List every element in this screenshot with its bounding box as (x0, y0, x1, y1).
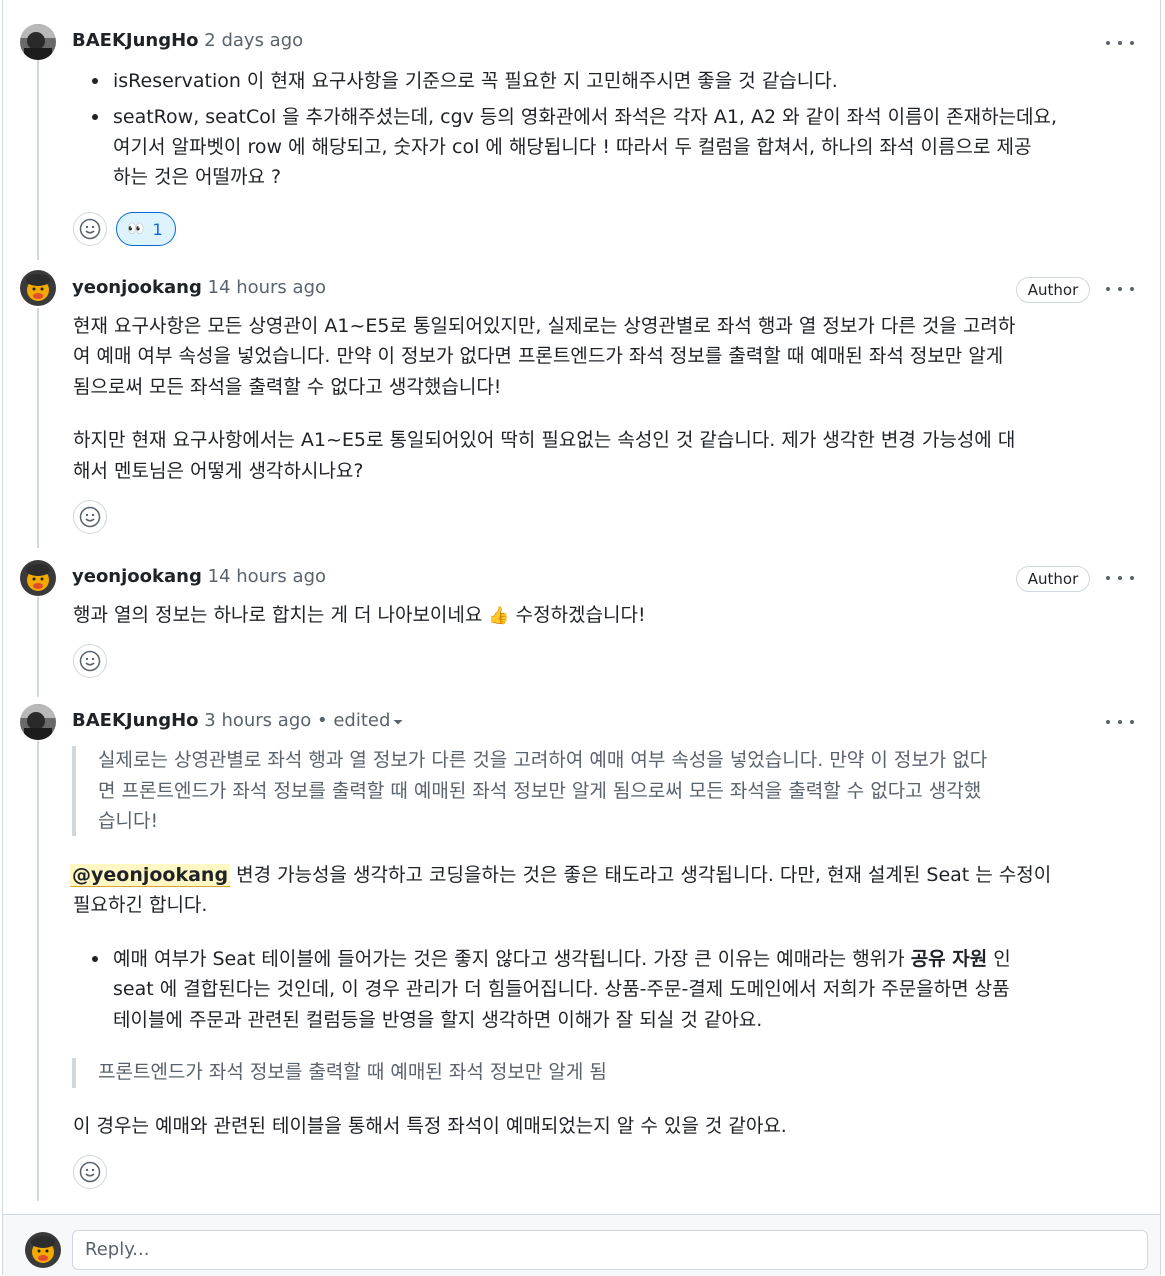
timestamp[interactable]: 2 days ago (204, 30, 303, 51)
comment-text: 필요하긴 합니다. (73, 894, 208, 916)
author-name[interactable]: yeonjookang (72, 566, 202, 587)
smiley-icon (79, 1161, 101, 1183)
user-mention[interactable]: @yeonjookang (70, 864, 231, 887)
comment-text: 해서 멘토님은 어떻게 생각하시나요? (73, 460, 364, 482)
list-item: isReservation 이 현재 요구사항을 기준으로 꼭 필요한 지 고민… (113, 70, 838, 92)
add-reaction-button[interactable] (73, 644, 107, 678)
edited-dropdown[interactable]: • edited (317, 710, 390, 731)
list-bullet (92, 78, 98, 84)
eyes-icon: 👀 (127, 221, 145, 237)
more-options-icon[interactable] (1106, 712, 1134, 732)
comment-text-part: 수정하겠습니다! (509, 604, 646, 626)
timeline-line (37, 741, 39, 1201)
timeline-line (37, 60, 39, 260)
more-options-icon[interactable] (1106, 279, 1134, 299)
avatar-yeonjookang[interactable] (20, 560, 56, 596)
comment-text: 행과 열의 정보는 하나로 합치는 게 더 나아보이네요 👍 수정하겠습니다! (73, 600, 646, 631)
comment-text-part: 변경 가능성을 생각하고 코딩을하는 것은 좋은 태도라고 생각됩니다. 다만,… (230, 864, 1052, 886)
list-item-continued: 테이블에 주문과 관련된 컬럼등을 반영을 할지 생각하면 이해가 잘 되실 것… (113, 1009, 763, 1031)
list-bullet (92, 956, 98, 962)
author-name[interactable]: BAEKJungHo (72, 30, 199, 51)
list-item-continued: seat 에 결합된다는 것인데, 이 경우 관리가 더 힘들어집니다. 상품-… (113, 978, 1010, 1000)
comment-text: 이 경우는 예매와 관련된 테이블을 통해서 특정 좌석이 예매되었는지 알 수… (73, 1115, 787, 1137)
comment-header: BAEKJungHo 3 hours ago • edited (72, 709, 390, 733)
list-item-part: 예매 여부가 Seat 테이블에 들어가는 것은 좋지 않다고 생각됩니다. 가… (113, 948, 911, 970)
list-item-continued: 여기서 알파벳이 row 에 해당되고, 숫자가 col 에 해당됩니다 ! 따… (113, 136, 1032, 158)
timestamp[interactable]: 14 hours ago (208, 277, 326, 298)
thumbs-up-icon: 👍 (488, 606, 510, 626)
comment-header: yeonjookang 14 hours ago (72, 565, 326, 589)
add-reaction-button[interactable] (73, 212, 107, 246)
blockquote-text: 프론트엔드가 좌석 정보를 출력할 때 예매된 좌석 정보만 알게 됨 (98, 1061, 607, 1083)
chevron-down-icon[interactable] (392, 716, 404, 728)
author-badge: Author (1016, 566, 1090, 592)
timestamp[interactable]: 3 hours ago (204, 710, 311, 731)
comment-text: 여 예매 여부 속성을 넣었습니다. 만약 이 정보가 없다면 프론트엔드가 좌… (73, 345, 1004, 367)
comment-text: 됨으로써 모든 좌석을 출력할 수 없다고 생각했습니다! (73, 376, 502, 398)
list-item-part: 인 (987, 948, 1011, 970)
timeline-line (37, 597, 39, 697)
blockquote-bar (72, 1058, 76, 1088)
author-name[interactable]: yeonjookang (72, 277, 202, 298)
comment-text: @yeonjookang 변경 가능성을 생각하고 코딩을하는 것은 좋은 태도… (70, 860, 1051, 890)
list-item-continued: 하는 것은 어떨까요 ? (113, 166, 282, 188)
comment-text: 하지만 현재 요구사항에서는 A1~E5로 통일되어있어 딱히 필요없는 속성인… (73, 429, 1016, 451)
add-reaction-button[interactable] (73, 1155, 107, 1189)
blockquote-text: 실제로는 상영관별로 좌석 행과 열 정보가 다른 것을 고려하여 예매 여부 … (98, 749, 988, 771)
blockquote-text: 면 프론트엔드가 좌석 정보를 출력할 때 예매된 좌석 정보만 알게 됨으로써… (98, 780, 982, 802)
comment-text: 현재 요구사항은 모든 상영관이 A1~E5로 통일되어있지만, 실제로는 상영… (73, 315, 1016, 337)
bold-text: 공유 자원 (910, 948, 988, 970)
current-user-avatar (25, 1232, 61, 1268)
avatar-baekjungho[interactable] (20, 704, 56, 740)
blockquote-text: 습니다! (98, 810, 159, 832)
comment-header: BAEKJungHo 2 days ago (72, 29, 303, 53)
author-name[interactable]: BAEKJungHo (72, 710, 199, 731)
timestamp[interactable]: 14 hours ago (208, 566, 326, 587)
more-options-icon[interactable] (1106, 568, 1134, 588)
list-item: seatRow, seatCol 을 추가해주셨는데, cgv 등의 영화관에서… (113, 106, 1058, 128)
reaction-eyes-button[interactable]: 👀 1 (116, 212, 176, 246)
reply-input[interactable]: Reply... (72, 1230, 1148, 1270)
blockquote-bar (72, 746, 76, 836)
reaction-count: 1 (152, 219, 163, 239)
list-bullet (92, 114, 98, 120)
add-reaction-button[interactable] (73, 500, 107, 534)
author-badge: Author (1016, 277, 1090, 303)
timeline-line (37, 308, 39, 548)
comment-header: yeonjookang 14 hours ago (72, 276, 326, 300)
comment-text-part: 행과 열의 정보는 하나로 합치는 게 더 나아보이네요 (73, 604, 489, 626)
more-options-icon[interactable] (1106, 33, 1134, 53)
avatar-yeonjookang[interactable] (20, 270, 56, 306)
smiley-icon (79, 218, 101, 240)
smiley-icon (79, 506, 101, 528)
smiley-icon (79, 650, 101, 672)
list-item: 예매 여부가 Seat 테이블에 들어가는 것은 좋지 않다고 생각됩니다. 가… (113, 944, 1011, 974)
avatar-baekjungho[interactable] (20, 24, 56, 60)
